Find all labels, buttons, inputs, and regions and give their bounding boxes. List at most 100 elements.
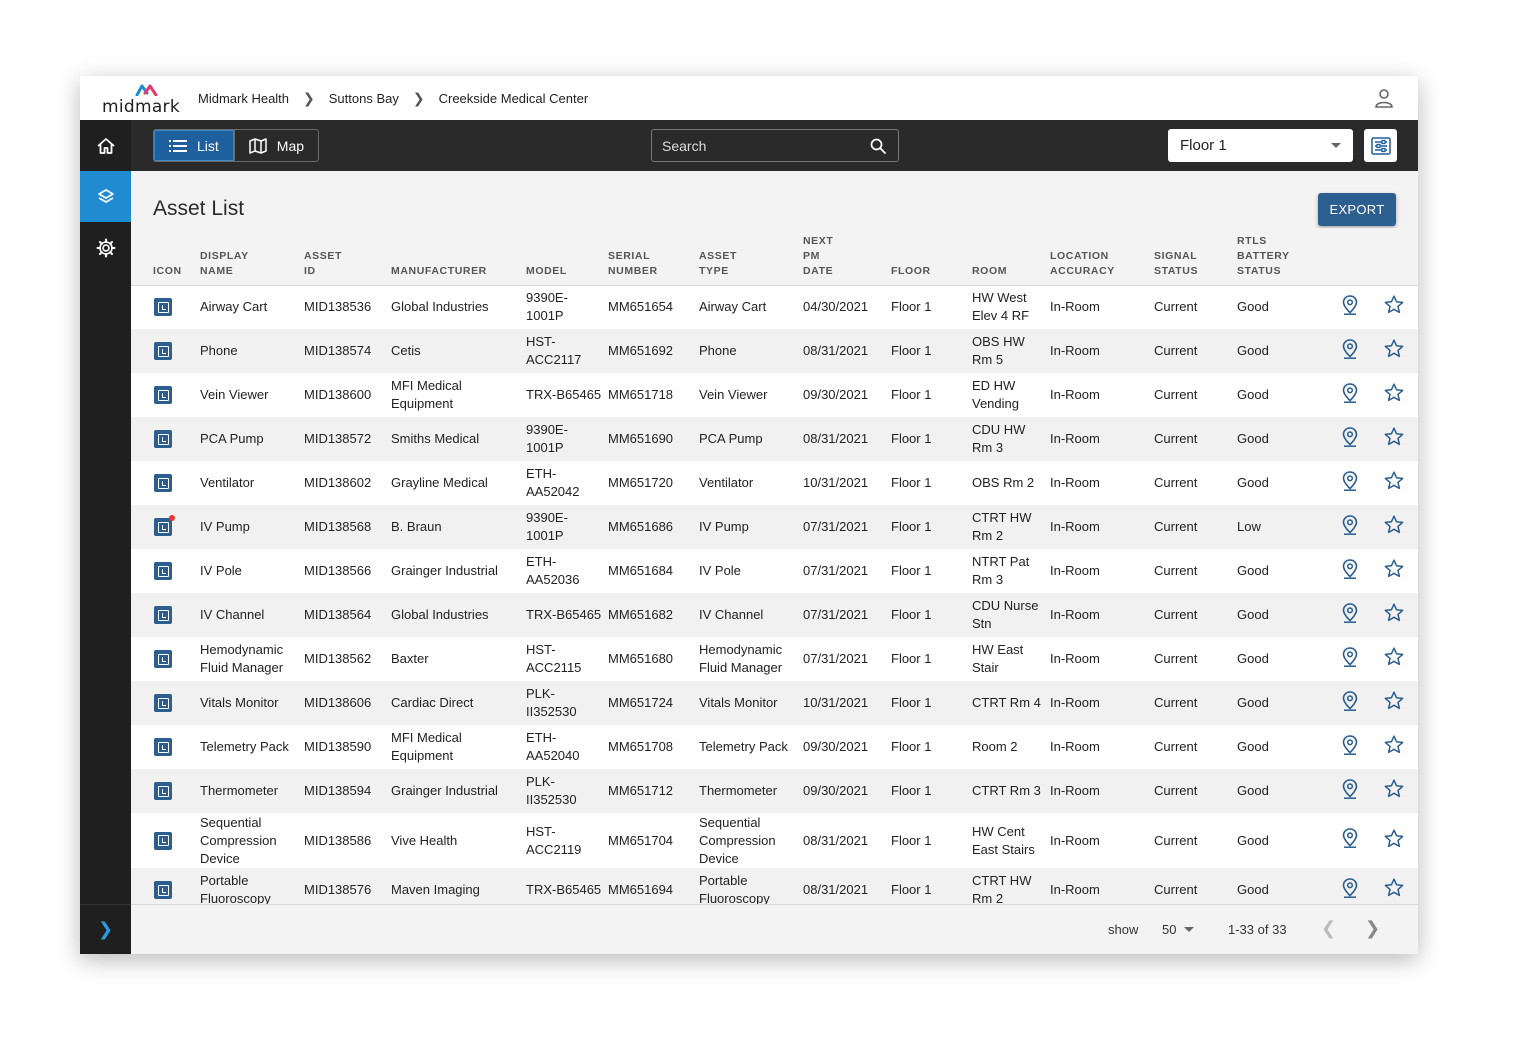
map-pin-icon[interactable] bbox=[1342, 646, 1358, 667]
table-row[interactable]: Telemetry Pack MID138590 MFI Medical Equip… bbox=[131, 725, 1418, 769]
table-row[interactable]: Hemodynamic Fluid Manager MID138562 Baxter… bbox=[131, 637, 1418, 681]
battery-status-cell: Good bbox=[1237, 813, 1330, 868]
column-header[interactable]: MODEL bbox=[526, 228, 608, 286]
user-icon[interactable] bbox=[1374, 88, 1394, 108]
sidebar-item-home[interactable] bbox=[80, 120, 131, 171]
star-icon[interactable] bbox=[1384, 559, 1404, 578]
column-header[interactable]: ICON bbox=[131, 228, 200, 286]
breadcrumb-item[interactable]: Midmark Health bbox=[198, 91, 289, 106]
map-pin-icon[interactable] bbox=[1342, 294, 1358, 315]
star-icon[interactable] bbox=[1384, 691, 1404, 710]
next-page-button[interactable]: ❯ bbox=[1365, 918, 1380, 939]
map-pin-icon[interactable] bbox=[1342, 690, 1358, 711]
asset-id-cell: MID138586 bbox=[304, 813, 391, 868]
manufacturer-cell: Grainger Industrial bbox=[391, 549, 526, 593]
column-header[interactable]: ROOM bbox=[972, 228, 1050, 286]
filter-button[interactable] bbox=[1364, 129, 1397, 162]
midmark-logo[interactable]: midmark bbox=[102, 84, 182, 117]
serial-number-cell: MM651682 bbox=[608, 593, 699, 637]
asset-table-container[interactable]: ICON DISPLAY NAME ASSET ID MANUFACTURER MODEL S… bbox=[131, 228, 1418, 904]
table-row[interactable]: IV Channel MID138564 Global Industries TRX-… bbox=[131, 593, 1418, 637]
column-header-line: ROOM bbox=[972, 264, 1008, 277]
column-header[interactable]: ASSET ID bbox=[304, 228, 391, 286]
column-header[interactable]: MANUFACTURER bbox=[391, 228, 526, 286]
export-button[interactable]: EXPORT bbox=[1318, 193, 1396, 226]
star-icon[interactable] bbox=[1384, 295, 1404, 314]
map-pin-icon[interactable] bbox=[1342, 382, 1358, 403]
table-row[interactable]: IV Pole MID138566 Grainger Industrial ETH-A… bbox=[131, 549, 1418, 593]
floor-cell: Floor 1 bbox=[891, 868, 972, 904]
column-header-line: STATUS bbox=[1237, 264, 1282, 277]
table-row[interactable]: Thermometer MID138594 Grainger Industrial P… bbox=[131, 769, 1418, 813]
search-icon[interactable] bbox=[870, 138, 886, 154]
prev-page-button[interactable]: ❮ bbox=[1321, 918, 1336, 939]
map-pin-icon[interactable] bbox=[1342, 558, 1358, 579]
star-icon[interactable] bbox=[1384, 339, 1404, 358]
battery-status-cell: Good bbox=[1237, 329, 1330, 373]
asset-type-cell: Vitals Monitor bbox=[699, 681, 803, 725]
column-header[interactable]: ASSET TYPE bbox=[699, 228, 803, 286]
column-header-line: ACCURACY bbox=[1050, 264, 1115, 277]
column-header[interactable]: RTLS BATTERY STATUS bbox=[1237, 228, 1330, 286]
map-pin-icon[interactable] bbox=[1342, 426, 1358, 447]
star-icon[interactable] bbox=[1384, 647, 1404, 666]
gear-icon bbox=[96, 238, 115, 257]
sidebar-item-assets[interactable] bbox=[80, 171, 131, 222]
map-pin-icon[interactable] bbox=[1342, 338, 1358, 359]
model-cell: 9390E-1001P bbox=[526, 285, 608, 329]
column-header[interactable]: NEXT PM DATE bbox=[803, 228, 891, 286]
table-row[interactable]: Phone MID138574 Cetis HST-ACC2117 MM651692 Ph… bbox=[131, 329, 1418, 373]
table-row[interactable]: Sequential Compression Device MID138586 Vi… bbox=[131, 813, 1418, 868]
table-row[interactable]: Portable Fluoroscopy MID138576 Maven Imagi… bbox=[131, 868, 1418, 904]
column-header[interactable]: DISPLAY NAME bbox=[200, 228, 304, 286]
star-icon[interactable] bbox=[1384, 515, 1404, 534]
map-pin-icon[interactable] bbox=[1342, 514, 1358, 535]
locate-action-cell bbox=[1330, 813, 1374, 868]
map-pin-icon[interactable] bbox=[1342, 734, 1358, 755]
search-input[interactable] bbox=[662, 137, 862, 154]
battery-status-cell: Good bbox=[1237, 461, 1330, 505]
table-row[interactable]: IV Pump MID138568 B. Braun 9390E-1001P MM651… bbox=[131, 505, 1418, 549]
map-pin-icon[interactable] bbox=[1342, 602, 1358, 623]
per-page-select[interactable]: 50 bbox=[1162, 922, 1195, 937]
star-icon[interactable] bbox=[1384, 735, 1404, 754]
column-header[interactable]: SIGNAL STATUS bbox=[1154, 228, 1237, 286]
map-pin-icon[interactable] bbox=[1342, 470, 1358, 491]
column-header-line: TYPE bbox=[699, 264, 729, 277]
table-row[interactable]: Ventilator MID138602 Grayline Medical ETH-A… bbox=[131, 461, 1418, 505]
table-row[interactable]: Vein Viewer MID138600 MFI Medical Equipmen… bbox=[131, 373, 1418, 417]
table-row[interactable]: PCA Pump MID138572 Smiths Medical 9390E-100… bbox=[131, 417, 1418, 461]
map-pin-icon[interactable] bbox=[1342, 877, 1358, 898]
list-view-button[interactable]: List bbox=[154, 130, 234, 161]
map-view-button[interactable]: Map bbox=[233, 130, 318, 161]
table-row[interactable]: Airway Cart MID138536 Global Industries 939… bbox=[131, 285, 1418, 329]
map-pin-icon[interactable] bbox=[1342, 778, 1358, 799]
star-icon[interactable] bbox=[1384, 779, 1404, 798]
star-icon[interactable] bbox=[1384, 471, 1404, 490]
location-accuracy-cell: In-Room bbox=[1050, 373, 1154, 417]
column-header[interactable]: SERIAL NUMBER bbox=[608, 228, 699, 286]
star-icon[interactable] bbox=[1384, 603, 1404, 622]
locate-action-cell bbox=[1330, 637, 1374, 681]
serial-number-cell: MM651724 bbox=[608, 681, 699, 725]
star-icon[interactable] bbox=[1384, 828, 1404, 848]
star-icon[interactable] bbox=[1384, 878, 1404, 897]
logo-text: midmark bbox=[102, 97, 180, 117]
display-name-cell: Phone bbox=[200, 329, 304, 373]
location-accuracy-cell: In-Room bbox=[1050, 868, 1154, 904]
column-header[interactable]: LOCATION ACCURACY bbox=[1050, 228, 1154, 286]
breadcrumb-item[interactable]: Creekside Medical Center bbox=[439, 91, 589, 106]
next-pm-date-cell: 08/31/2021 bbox=[803, 868, 891, 904]
sidebar-expand-button[interactable]: ❯ bbox=[80, 904, 131, 954]
breadcrumb-item[interactable]: Suttons Bay bbox=[329, 91, 399, 106]
table-row[interactable]: Vitals Monitor MID138606 Cardiac Direct PLK… bbox=[131, 681, 1418, 725]
floor-select[interactable]: Floor 1 bbox=[1168, 129, 1353, 162]
column-header[interactable]: FLOOR bbox=[891, 228, 972, 286]
asset-type-cell: Thermometer bbox=[699, 769, 803, 813]
star-icon[interactable] bbox=[1384, 427, 1404, 446]
manufacturer-cell: MFI Medical Equipment bbox=[391, 373, 526, 417]
sidebar-item-settings[interactable] bbox=[80, 222, 131, 273]
locate-action-cell bbox=[1330, 417, 1374, 461]
star-icon[interactable] bbox=[1384, 383, 1404, 402]
map-pin-icon[interactable] bbox=[1342, 828, 1358, 848]
